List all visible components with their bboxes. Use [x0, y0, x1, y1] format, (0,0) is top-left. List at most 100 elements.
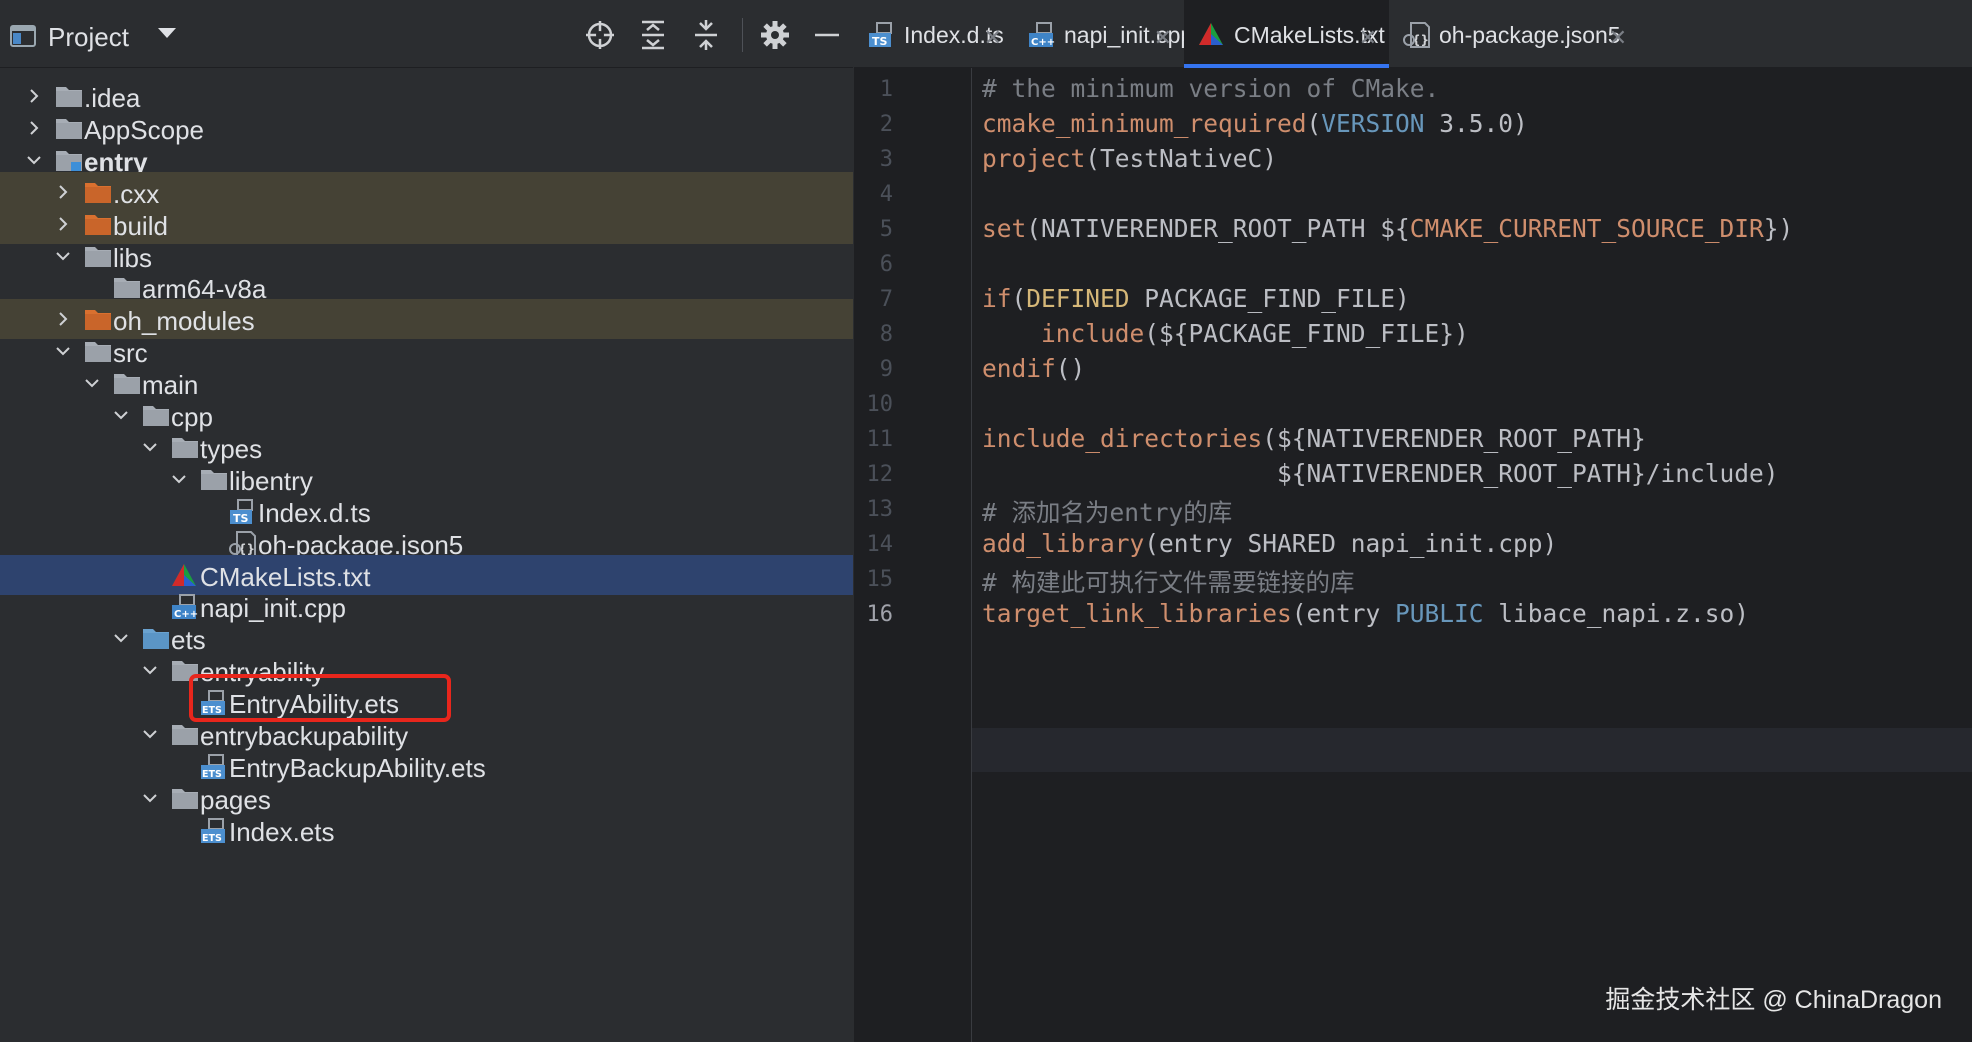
chevron-down-icon[interactable]	[171, 471, 187, 487]
code-token: include	[1041, 319, 1145, 348]
line-number: 7	[879, 287, 893, 312]
json5-file-icon: {}	[229, 530, 257, 557]
editor: TS Index.d.ts ✕ C++ napi_init.cpp ✕ CMakeLists…	[854, 0, 1972, 1042]
editor-tab[interactable]: TS Index.d.ts ✕	[854, 0, 1014, 68]
code-token: include_directories	[982, 424, 1263, 453]
line-number: 16	[866, 602, 894, 627]
chevron-down-icon[interactable]	[142, 439, 158, 455]
code-token: if	[982, 284, 1012, 313]
code-token: target_link_libraries	[982, 599, 1292, 628]
chevron-down-icon[interactable]	[142, 662, 158, 678]
ets-file-icon: ETS	[200, 753, 228, 780]
code-line[interactable]: ${NATIVERENDER_ROOT_PATH}/include)	[982, 459, 1779, 488]
code-token: (NATIVERENDER_ROOT_PATH ${	[1026, 214, 1410, 243]
line-number: 8	[879, 322, 893, 347]
code-line[interactable]: include_directories(${NATIVERENDER_ROOT_…	[982, 424, 1646, 453]
line-number: 4	[879, 182, 893, 207]
code-line[interactable]: # 添加名为entry的库	[982, 494, 1232, 529]
locate-file-icon[interactable]	[585, 20, 615, 50]
project-window-icon	[10, 25, 36, 47]
line-number: 9	[879, 357, 893, 382]
code-token: })	[1763, 214, 1794, 243]
folder-icon	[200, 467, 228, 491]
chevron-down-icon[interactable]	[84, 375, 100, 391]
code-line[interactable]: project(TestNativeC)	[982, 144, 1277, 173]
line-number: 13	[866, 497, 894, 522]
close-icon[interactable]: ✕	[1609, 25, 1627, 51]
editor-tab[interactable]: {} oh-package.json5 ✕	[1389, 0, 1639, 68]
chevron-down-icon[interactable]	[142, 790, 158, 806]
svg-text:TS: TS	[872, 35, 888, 48]
chevron-right-icon[interactable]	[26, 120, 42, 136]
code-token: (${NATIVERENDER_ROOT_PATH}	[1262, 424, 1646, 453]
chevron-down-icon[interactable]	[55, 248, 71, 264]
line-number: 15	[866, 567, 894, 592]
chevron-down-icon[interactable]	[113, 407, 129, 423]
chevron-down-icon[interactable]	[158, 28, 176, 38]
line-number: 5	[879, 217, 893, 242]
chevron-down-icon[interactable]	[55, 343, 71, 359]
code-token: endif	[982, 354, 1056, 383]
cmake-file-icon	[171, 563, 199, 587]
code-line[interactable]: if(DEFINED PACKAGE_FIND_FILE)	[982, 284, 1410, 313]
expand-all-icon[interactable]	[638, 20, 668, 50]
chevron-right-icon[interactable]	[55, 184, 71, 200]
editor-tab[interactable]: CMakeLists.txt ✕	[1184, 0, 1389, 68]
json5-file-icon: {}	[1403, 22, 1433, 50]
code-token: (	[1306, 109, 1322, 138]
code-token: (${PACKAGE_FIND_FILE})	[1144, 319, 1469, 348]
code-line[interactable]: target_link_libraries(entry PUBLIC libac…	[982, 599, 1749, 628]
svg-text:C++: C++	[1031, 37, 1055, 48]
gear-icon[interactable]	[760, 20, 790, 50]
current-line-highlight	[972, 728, 1972, 772]
excluded-folder-icon	[84, 307, 112, 331]
collapse-all-icon[interactable]	[691, 20, 721, 50]
chevron-down-icon[interactable]	[142, 726, 158, 742]
watermark: 掘金技术社区 @ ChinaDragon	[1605, 986, 1942, 1014]
code-line[interactable]: include(${PACKAGE_FIND_FILE})	[982, 319, 1469, 348]
tab-label: oh-package.json5	[1439, 22, 1621, 48]
code-token: # 构建此可执行文件需要链接的库	[982, 568, 1355, 597]
svg-text:ETS: ETS	[202, 833, 222, 844]
code-token: ()	[1055, 354, 1086, 383]
folder-icon	[113, 371, 141, 395]
cpp-file-icon: C++	[171, 594, 199, 620]
line-number: 12	[866, 462, 894, 487]
chevron-down-icon[interactable]	[113, 630, 129, 646]
folder-icon	[142, 403, 170, 427]
code-token: set	[982, 214, 1027, 243]
chevron-right-icon[interactable]	[26, 88, 42, 104]
code-line[interactable]: set(NATIVERENDER_ROOT_PATH ${CMAKE_CURRE…	[982, 214, 1793, 243]
tree-item[interactable]: ETS Index.ets	[0, 810, 853, 850]
cpp-file-icon: C++	[1028, 22, 1058, 50]
chevron-right-icon[interactable]	[55, 311, 71, 327]
folder-icon	[113, 275, 141, 299]
folder-icon	[171, 435, 199, 459]
code-line[interactable]: # 构建此可执行文件需要链接的库	[982, 564, 1355, 599]
ets-file-icon: ETS	[200, 817, 228, 844]
line-number: 14	[866, 532, 894, 557]
excluded-folder-icon	[84, 212, 112, 236]
editor-tab[interactable]: C++ napi_init.cpp ✕	[1014, 0, 1193, 68]
close-icon[interactable]: ✕	[984, 25, 1002, 51]
project-title[interactable]: Project	[48, 22, 129, 53]
code-token: (entry	[1291, 599, 1396, 628]
code-token: 3.5.0)	[1424, 109, 1528, 138]
code-token: ${NATIVERENDER_ROOT_PATH}/include)	[982, 459, 1779, 488]
module-folder-icon	[55, 148, 83, 172]
header-divider	[742, 18, 743, 52]
chevron-down-icon[interactable]	[26, 152, 42, 168]
code-line[interactable]: # the minimum version of CMake.	[982, 74, 1439, 103]
minimize-icon[interactable]	[812, 20, 842, 50]
line-number-gutter: 1 2 3 4 5 6 7 8 9 10 11 12 13 14 15 16	[854, 68, 972, 1042]
line-number: 6	[879, 252, 893, 277]
code-line[interactable]: add_library(entry SHARED napi_init.cpp)	[982, 529, 1557, 558]
close-icon[interactable]: ✕	[1359, 25, 1377, 51]
chevron-right-icon[interactable]	[55, 216, 71, 232]
code-line[interactable]: endif()	[982, 354, 1085, 383]
close-icon[interactable]: ✕	[1154, 25, 1172, 51]
code-token: VERSION	[1321, 109, 1425, 138]
code-line[interactable]: cmake_minimum_required(VERSION 3.5.0)	[982, 109, 1528, 138]
code-token: cmake_minimum_required	[982, 109, 1307, 138]
